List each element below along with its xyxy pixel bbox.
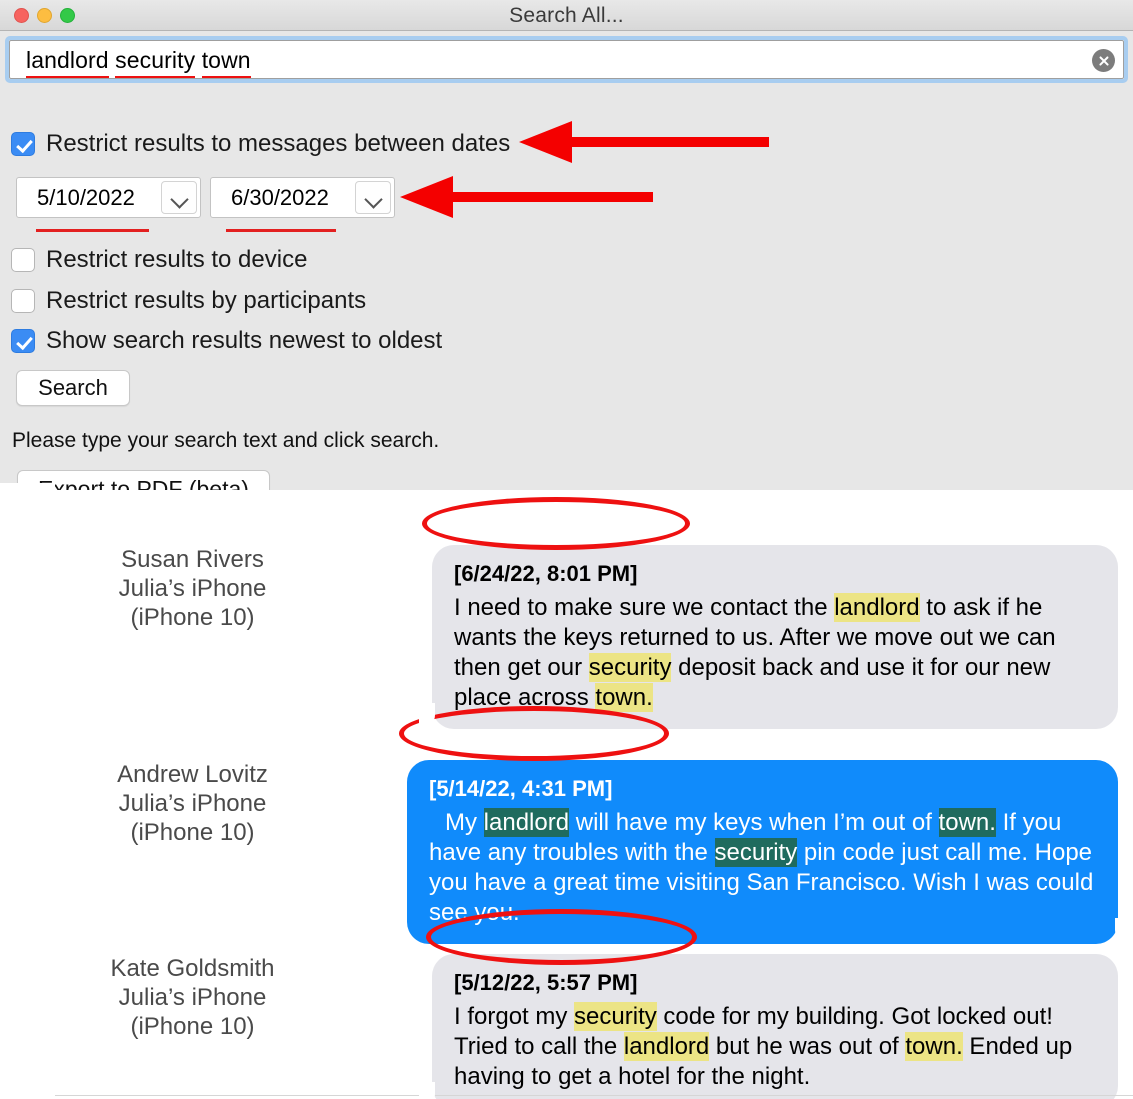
sender-device: Julia’s iPhone <box>118 984 267 1011</box>
search-results-list[interactable]: Susan Rivers Julia’s iPhone (iPhone 10) … <box>0 490 1133 1099</box>
search-term-highlight: town. <box>938 808 996 837</box>
search-word-1: landlord <box>26 47 109 78</box>
search-options-panel: landlord security town Restrict results … <box>0 31 1133 509</box>
restrict-device-checkbox-row[interactable]: Restrict results to device <box>11 246 307 274</box>
search-input[interactable]: landlord security town <box>5 36 1128 83</box>
annotation-underline-date-to <box>226 229 336 232</box>
sender-name: Andrew Lovitz <box>117 761 268 788</box>
search-word-2: security <box>115 47 196 78</box>
sender-device: Julia’s iPhone <box>118 790 267 817</box>
window-titlebar: Search All... <box>0 0 1133 31</box>
restrict-participants-label: Restrict results by participants <box>46 287 367 314</box>
chevron-down-icon[interactable] <box>355 181 391 214</box>
results-bottom-divider <box>55 1095 1133 1096</box>
message-text-2: My landlord will have my keys when I’m o… <box>429 808 1094 926</box>
result-sender-2: Andrew Lovitz Julia’s iPhone (iPhone 10) <box>60 760 325 847</box>
message-bubble-1[interactable]: [6/24/22, 8:01 PM] I need to make sure w… <box>419 545 1118 729</box>
result-sender-1: Susan Rivers Julia’s iPhone (iPhone 10) <box>60 545 325 632</box>
window-title: Search All... <box>509 4 624 27</box>
annotation-underline-date-from <box>36 229 149 232</box>
annotation-arrow-date-fields <box>400 176 653 218</box>
search-word-3: town <box>201 47 251 78</box>
restrict-dates-label: Restrict results to messages between dat… <box>46 130 511 157</box>
search-term-highlight: landlord <box>623 1032 710 1061</box>
date-from-value: 5/10/2022 <box>37 184 135 210</box>
search-term-highlight: landlord <box>834 593 920 622</box>
search-button[interactable]: Search <box>16 370 130 406</box>
message-timestamp-2: [5/14/22, 4:31 PM] <box>429 776 613 801</box>
message-timestamp-1: [6/24/22, 8:01 PM] <box>454 561 638 586</box>
restrict-device-label: Restrict results to device <box>46 246 308 273</box>
sender-device: Julia’s iPhone <box>118 575 267 602</box>
search-all-window: Search All... landlord security town Res… <box>0 0 1133 1099</box>
sender-model: (iPhone 10) <box>130 604 255 631</box>
restrict-device-checkbox[interactable] <box>11 248 35 272</box>
sender-model: (iPhone 10) <box>130 819 255 846</box>
date-from-picker[interactable]: 5/10/2022 <box>16 177 201 218</box>
message-text-3: I forgot my security code for my buildin… <box>454 1002 1073 1090</box>
sender-name: Susan Rivers <box>121 546 264 573</box>
search-term-highlight: town. <box>595 683 653 712</box>
result-sender-3: Kate Goldsmith Julia’s iPhone (iPhone 10… <box>60 954 325 1041</box>
date-to-picker[interactable]: 6/30/2022 <box>210 177 395 218</box>
restrict-dates-checkbox-row[interactable]: Restrict results to messages between dat… <box>11 130 510 158</box>
sort-newest-checkbox-row[interactable]: Show search results newest to oldest <box>11 327 442 355</box>
restrict-dates-checkbox[interactable] <box>11 132 35 156</box>
restrict-participants-checkbox-row[interactable]: Restrict results by participants <box>11 287 366 315</box>
date-to-value: 6/30/2022 <box>231 184 329 210</box>
chevron-down-icon[interactable] <box>161 181 197 214</box>
search-term-highlight: security <box>714 838 798 867</box>
sender-model: (iPhone 10) <box>130 1013 255 1040</box>
message-text-1: I need to make sure we contact the landl… <box>454 593 1056 712</box>
search-term-highlight: security <box>574 1002 657 1031</box>
search-term-highlight: security <box>588 653 672 682</box>
annotation-arrow-dates-checkbox <box>519 121 769 163</box>
search-term-highlight: landlord <box>483 808 570 837</box>
sort-newest-checkbox[interactable] <box>11 329 35 353</box>
search-term-highlight: town. <box>905 1032 963 1061</box>
sender-name: Kate Goldsmith <box>110 955 275 982</box>
restrict-participants-checkbox[interactable] <box>11 289 35 313</box>
message-timestamp-3: [5/12/22, 5:57 PM] <box>454 970 638 995</box>
clear-circle-x-icon[interactable] <box>1092 49 1115 72</box>
search-hint-text: Please type your search text and click s… <box>12 429 440 452</box>
message-bubble-2[interactable]: [5/14/22, 4:31 PM] My landlord will have… <box>407 760 1131 944</box>
message-bubble-3[interactable]: [5/12/22, 5:57 PM] I forgot my security … <box>419 954 1118 1099</box>
sort-newest-label: Show search results newest to oldest <box>46 327 443 354</box>
search-input-value: landlord security town <box>26 47 251 78</box>
